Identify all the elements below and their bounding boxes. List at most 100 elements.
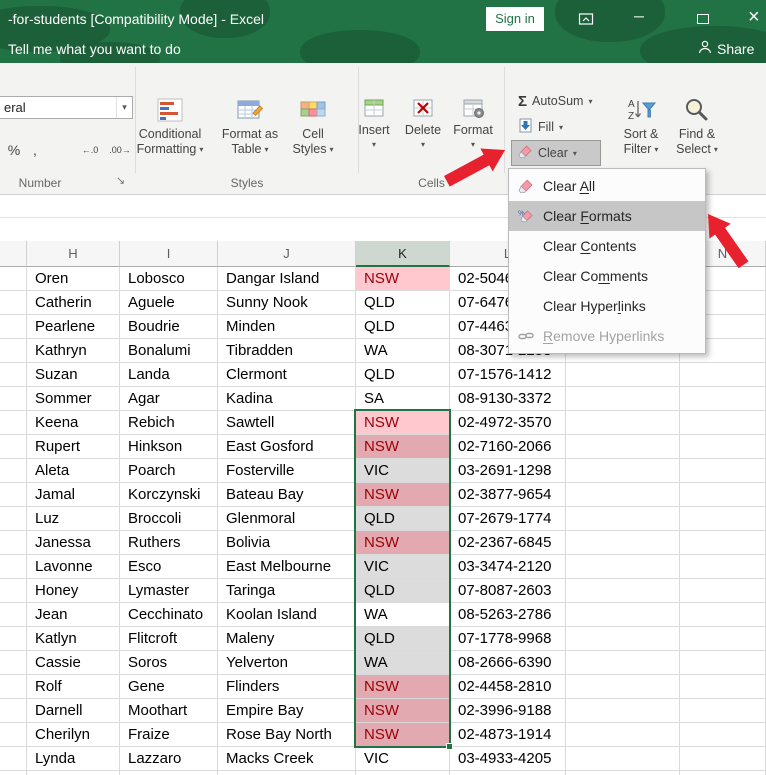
column-header-K[interactable]: K xyxy=(356,241,450,267)
cell-empty[interactable] xyxy=(680,435,766,459)
cell-empty[interactable] xyxy=(0,267,27,291)
cell-empty[interactable] xyxy=(680,411,766,435)
tell-me-box[interactable]: Tell me what you want to do xyxy=(8,41,181,57)
cell-last[interactable]: Hinkson xyxy=(120,435,218,459)
fill-handle[interactable] xyxy=(446,743,453,750)
cell-phone[interactable]: 02-3877-9654 xyxy=(450,483,566,507)
cell-state[interactable]: VIC xyxy=(356,459,450,483)
cell-empty[interactable] xyxy=(0,411,27,435)
cell-empty[interactable] xyxy=(680,387,766,411)
cell-last[interactable]: Landa xyxy=(120,363,218,387)
cell-empty[interactable] xyxy=(566,387,680,411)
format-cells-button[interactable]: Format ▾ xyxy=(450,93,496,177)
cell-first[interactable]: Katlyn xyxy=(27,627,120,651)
cell-empty[interactable] xyxy=(566,603,680,627)
menu-item-clear-contents[interactable]: Clear Contents xyxy=(509,231,705,261)
cell-empty[interactable] xyxy=(566,747,680,771)
cell-first[interactable]: Lavonne xyxy=(27,555,120,579)
cell-last[interactable]: Poarch xyxy=(120,459,218,483)
number-format-combobox[interactable]: eral ▾ xyxy=(0,96,133,119)
cell-state[interactable]: WA xyxy=(356,603,450,627)
cell-last[interactable]: Lazzaro xyxy=(120,747,218,771)
cell-last[interactable]: Bonalumi xyxy=(120,339,218,363)
cell-empty[interactable] xyxy=(566,579,680,603)
cell-empty[interactable] xyxy=(0,507,27,531)
cell-empty[interactable] xyxy=(0,531,27,555)
cell-empty[interactable] xyxy=(0,675,27,699)
cell-first[interactable]: Honey xyxy=(27,579,120,603)
cell-city[interactable]: Rose Bay North xyxy=(218,723,356,747)
cell-city[interactable]: Glenmoral xyxy=(218,507,356,531)
cell-state[interactable]: SA xyxy=(356,387,450,411)
ribbon-display-options-icon[interactable] xyxy=(578,11,594,32)
cell-empty[interactable] xyxy=(0,363,27,387)
sort-filter-button[interactable]: A Z Sort & Filter ▾ xyxy=(614,93,668,177)
cell-last[interactable]: Agar xyxy=(120,387,218,411)
insert-cells-button[interactable]: Insert ▾ xyxy=(351,93,397,177)
cell-first[interactable]: Lynda xyxy=(27,747,120,771)
cell-empty[interactable] xyxy=(566,771,680,775)
cell-empty[interactable] xyxy=(566,555,680,579)
cell-city[interactable]: Empire Bay xyxy=(218,699,356,723)
delete-cells-button[interactable]: Delete ▾ xyxy=(400,93,446,177)
cell-first[interactable]: Cherilyn xyxy=(27,723,120,747)
cell-first[interactable]: Luz xyxy=(27,507,120,531)
cell-phone[interactable]: 07-1778-9968 xyxy=(450,627,566,651)
cell-first[interactable]: Sommer xyxy=(27,387,120,411)
cell-first[interactable]: Keena xyxy=(27,411,120,435)
cell-empty[interactable] xyxy=(566,507,680,531)
cell-empty[interactable] xyxy=(0,555,27,579)
cell-state[interactable]: VIC xyxy=(356,555,450,579)
close-button[interactable]: × xyxy=(748,6,760,29)
cell-empty[interactable] xyxy=(0,291,27,315)
cell-city[interactable]: Clermont xyxy=(218,363,356,387)
cell-city[interactable]: Koolan Island xyxy=(218,603,356,627)
cell-city[interactable]: Tibradden xyxy=(218,339,356,363)
share-button[interactable]: Share xyxy=(698,40,754,57)
cell-last[interactable]: Ruthers xyxy=(120,531,218,555)
cell-city[interactable]: East Melbourne xyxy=(218,555,356,579)
cell-city[interactable]: Sunny Nook xyxy=(218,291,356,315)
cell-last[interactable]: Flitcroft xyxy=(120,627,218,651)
comma-style-button[interactable]: , xyxy=(27,139,43,161)
cell-phone[interactable]: 07-2679-1774 xyxy=(450,507,566,531)
decrease-decimal-button[interactable]: .00→ xyxy=(106,139,134,161)
cell-last[interactable]: Korczynski xyxy=(120,483,218,507)
cell-last[interactable]: Cecchinato xyxy=(120,603,218,627)
cell-empty[interactable] xyxy=(218,771,356,775)
cell-last[interactable]: Rebich xyxy=(120,411,218,435)
cell-last[interactable]: Broccoli xyxy=(120,507,218,531)
cell-last[interactable]: Boudrie xyxy=(120,315,218,339)
cell-state[interactable]: QLD xyxy=(356,315,450,339)
cell-phone[interactable]: 03-4933-4205 xyxy=(450,747,566,771)
cell-first[interactable]: Suzan xyxy=(27,363,120,387)
cell-first[interactable]: Rolf xyxy=(27,675,120,699)
cell-phone[interactable]: 08-2666-6390 xyxy=(450,651,566,675)
cell-state[interactable]: QLD xyxy=(356,291,450,315)
increase-decimal-button[interactable]: ←.0 xyxy=(76,139,104,161)
cell-empty[interactable] xyxy=(680,627,766,651)
cell-state[interactable]: VIC xyxy=(356,747,450,771)
cell-last[interactable]: Fraize xyxy=(120,723,218,747)
cell-empty[interactable] xyxy=(680,579,766,603)
column-header-I[interactable]: I xyxy=(120,241,218,267)
cell-first[interactable]: Janessa xyxy=(27,531,120,555)
cell-empty[interactable] xyxy=(680,675,766,699)
cell-city[interactable]: East Gosford xyxy=(218,435,356,459)
cell-phone[interactable]: 08-9130-3372 xyxy=(450,387,566,411)
cell-first[interactable]: Oren xyxy=(27,267,120,291)
cell-city[interactable]: Macks Creek xyxy=(218,747,356,771)
cell-empty[interactable] xyxy=(566,723,680,747)
cell-city[interactable]: Dangar Island xyxy=(218,267,356,291)
cell-phone[interactable]: 02-4972-3570 xyxy=(450,411,566,435)
cell-last[interactable]: Lobosco xyxy=(120,267,218,291)
cell-first[interactable]: Pearlene xyxy=(27,315,120,339)
cell-empty[interactable] xyxy=(0,603,27,627)
find-select-button[interactable]: Find & Select ▾ xyxy=(670,93,724,177)
cell-first[interactable]: Aleta xyxy=(27,459,120,483)
cell-city[interactable]: Yelverton xyxy=(218,651,356,675)
cell-empty[interactable] xyxy=(680,723,766,747)
cell-city[interactable]: Minden xyxy=(218,315,356,339)
cell-state[interactable]: WA xyxy=(356,651,450,675)
cell-city[interactable]: Taringa xyxy=(218,579,356,603)
